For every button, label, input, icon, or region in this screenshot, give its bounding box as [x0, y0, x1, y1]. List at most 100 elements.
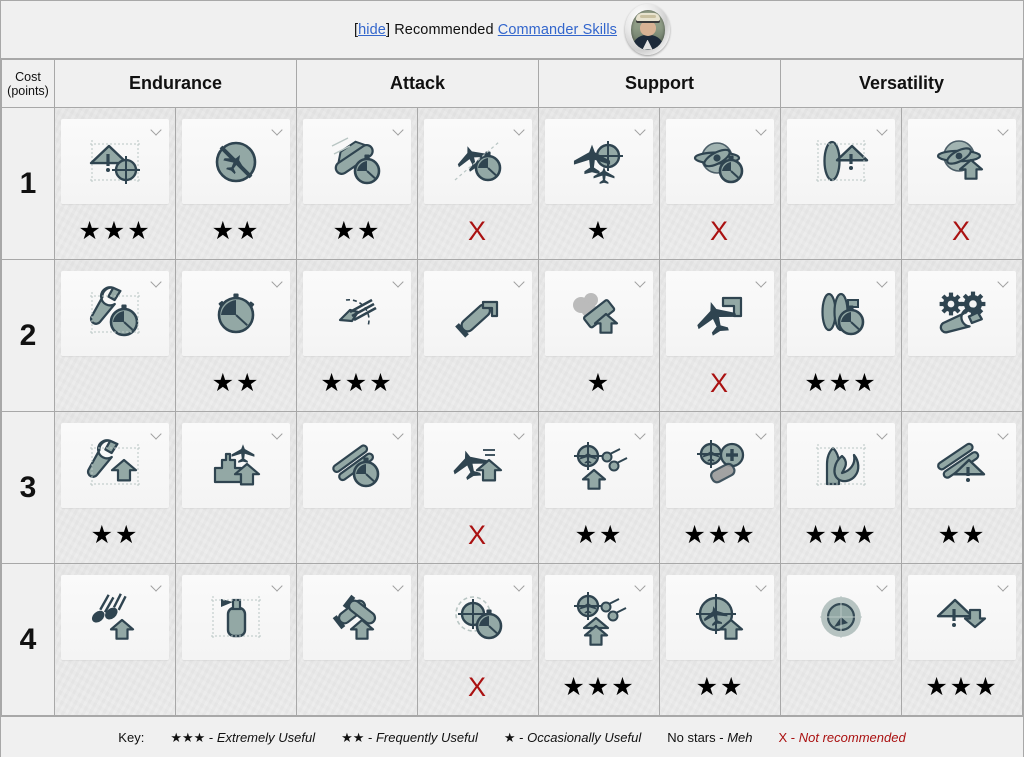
skill-tile[interactable] — [908, 271, 1016, 356]
skill-cell[interactable]: ★★★ — [659, 411, 781, 564]
skill-tile[interactable] — [787, 423, 895, 508]
skill-tile[interactable] — [545, 575, 653, 660]
chevron-down-icon[interactable] — [757, 126, 766, 135]
skill-cell[interactable] — [780, 107, 902, 260]
chevron-down-icon[interactable] — [273, 278, 282, 287]
chevron-down-icon[interactable] — [152, 278, 161, 287]
chevron-down-icon[interactable] — [394, 582, 403, 591]
skill-cell[interactable] — [417, 259, 539, 412]
skill-cell[interactable]: X — [901, 107, 1023, 260]
skill-tile[interactable] — [303, 271, 411, 356]
skill-tile[interactable] — [182, 271, 290, 356]
skill-cell[interactable]: ★★★ — [901, 563, 1023, 716]
skill-cell[interactable]: ★★★ — [780, 259, 902, 412]
chevron-down-icon[interactable] — [515, 430, 524, 439]
legend-desc: Meh — [727, 730, 753, 745]
skill-tile[interactable] — [182, 423, 290, 508]
hide-link[interactable]: hide — [358, 22, 386, 38]
skill-tile[interactable] — [182, 119, 290, 204]
chevron-down-icon[interactable] — [152, 430, 161, 439]
skill-cell[interactable]: ★★★ — [296, 259, 418, 412]
skill-tile[interactable] — [182, 575, 290, 660]
skill-cell[interactable]: X — [417, 563, 539, 716]
skill-tile[interactable] — [424, 423, 532, 508]
skill-cell[interactable] — [780, 563, 902, 716]
portrait-face — [639, 20, 656, 36]
chevron-down-icon[interactable] — [878, 430, 887, 439]
skill-cell[interactable] — [54, 563, 176, 716]
skill-tile[interactable] — [424, 575, 532, 660]
skill-tile[interactable] — [303, 575, 411, 660]
skill-cell[interactable]: ★★ — [538, 411, 660, 564]
chevron-down-icon[interactable] — [515, 582, 524, 591]
skill-tile[interactable] — [666, 271, 774, 356]
skill-tile[interactable] — [61, 119, 169, 204]
chevron-down-icon[interactable] — [273, 126, 282, 135]
skill-cell[interactable] — [175, 411, 297, 564]
chevron-down-icon[interactable] — [273, 430, 282, 439]
skill-tile[interactable] — [61, 575, 169, 660]
chevron-down-icon[interactable] — [394, 126, 403, 135]
skill-tile[interactable] — [908, 119, 1016, 204]
skill-tile[interactable] — [303, 423, 411, 508]
skill-tile[interactable] — [424, 119, 532, 204]
skill-tile[interactable] — [666, 119, 774, 204]
skill-tile[interactable] — [424, 271, 532, 356]
skill-cell[interactable]: ★★ — [54, 411, 176, 564]
skill-tile[interactable] — [908, 423, 1016, 508]
chevron-down-icon[interactable] — [636, 278, 645, 287]
skill-tile[interactable] — [787, 119, 895, 204]
skill-cell[interactable] — [296, 563, 418, 716]
skill-cell[interactable]: ★★★ — [538, 563, 660, 716]
skill-tile[interactable] — [61, 423, 169, 508]
skill-tile[interactable] — [666, 423, 774, 508]
chevron-down-icon[interactable] — [152, 126, 161, 135]
skill-cell[interactable]: ★★★ — [780, 411, 902, 564]
skill-cell[interactable] — [175, 563, 297, 716]
chevron-down-icon[interactable] — [636, 126, 645, 135]
skill-cell[interactable]: X — [659, 259, 781, 412]
skill-cell[interactable]: ★★ — [296, 107, 418, 260]
chevron-down-icon[interactable] — [757, 582, 766, 591]
chevron-down-icon[interactable] — [636, 430, 645, 439]
chevron-down-icon[interactable] — [999, 278, 1008, 287]
chevron-down-icon[interactable] — [878, 278, 887, 287]
chevron-down-icon[interactable] — [999, 582, 1008, 591]
skill-cell[interactable]: X — [659, 107, 781, 260]
chevron-down-icon[interactable] — [757, 278, 766, 287]
chevron-down-icon[interactable] — [999, 430, 1008, 439]
chevron-down-icon[interactable] — [757, 430, 766, 439]
skill-tile[interactable] — [545, 271, 653, 356]
skill-cell[interactable]: ★★ — [175, 107, 297, 260]
commander-skills-link[interactable]: Commander Skills — [498, 22, 617, 38]
chevron-down-icon[interactable] — [515, 278, 524, 287]
skill-cell[interactable]: ★★ — [175, 259, 297, 412]
skill-cell[interactable] — [54, 259, 176, 412]
skill-cell[interactable]: ★ — [538, 259, 660, 412]
skill-tile[interactable] — [908, 575, 1016, 660]
skill-cell[interactable]: ★★ — [901, 411, 1023, 564]
skill-tile[interactable] — [787, 575, 895, 660]
skill-tile[interactable] — [787, 271, 895, 356]
chevron-down-icon[interactable] — [394, 278, 403, 287]
skill-cell[interactable]: ★ — [538, 107, 660, 260]
skill-tile[interactable] — [545, 119, 653, 204]
chevron-down-icon[interactable] — [999, 126, 1008, 135]
skill-cell[interactable]: X — [417, 411, 539, 564]
chevron-down-icon[interactable] — [878, 582, 887, 591]
skill-cell[interactable] — [296, 411, 418, 564]
chevron-down-icon[interactable] — [273, 582, 282, 591]
chevron-down-icon[interactable] — [636, 582, 645, 591]
skill-cell[interactable]: X — [417, 107, 539, 260]
skill-cell[interactable]: ★★★ — [54, 107, 176, 260]
skill-tile[interactable] — [545, 423, 653, 508]
chevron-down-icon[interactable] — [394, 430, 403, 439]
skill-tile[interactable] — [666, 575, 774, 660]
chevron-down-icon[interactable] — [152, 582, 161, 591]
skill-tile[interactable] — [303, 119, 411, 204]
chevron-down-icon[interactable] — [515, 126, 524, 135]
skill-cell[interactable]: ★★ — [659, 563, 781, 716]
chevron-down-icon[interactable] — [878, 126, 887, 135]
skill-tile[interactable] — [61, 271, 169, 356]
skill-cell[interactable] — [901, 259, 1023, 412]
